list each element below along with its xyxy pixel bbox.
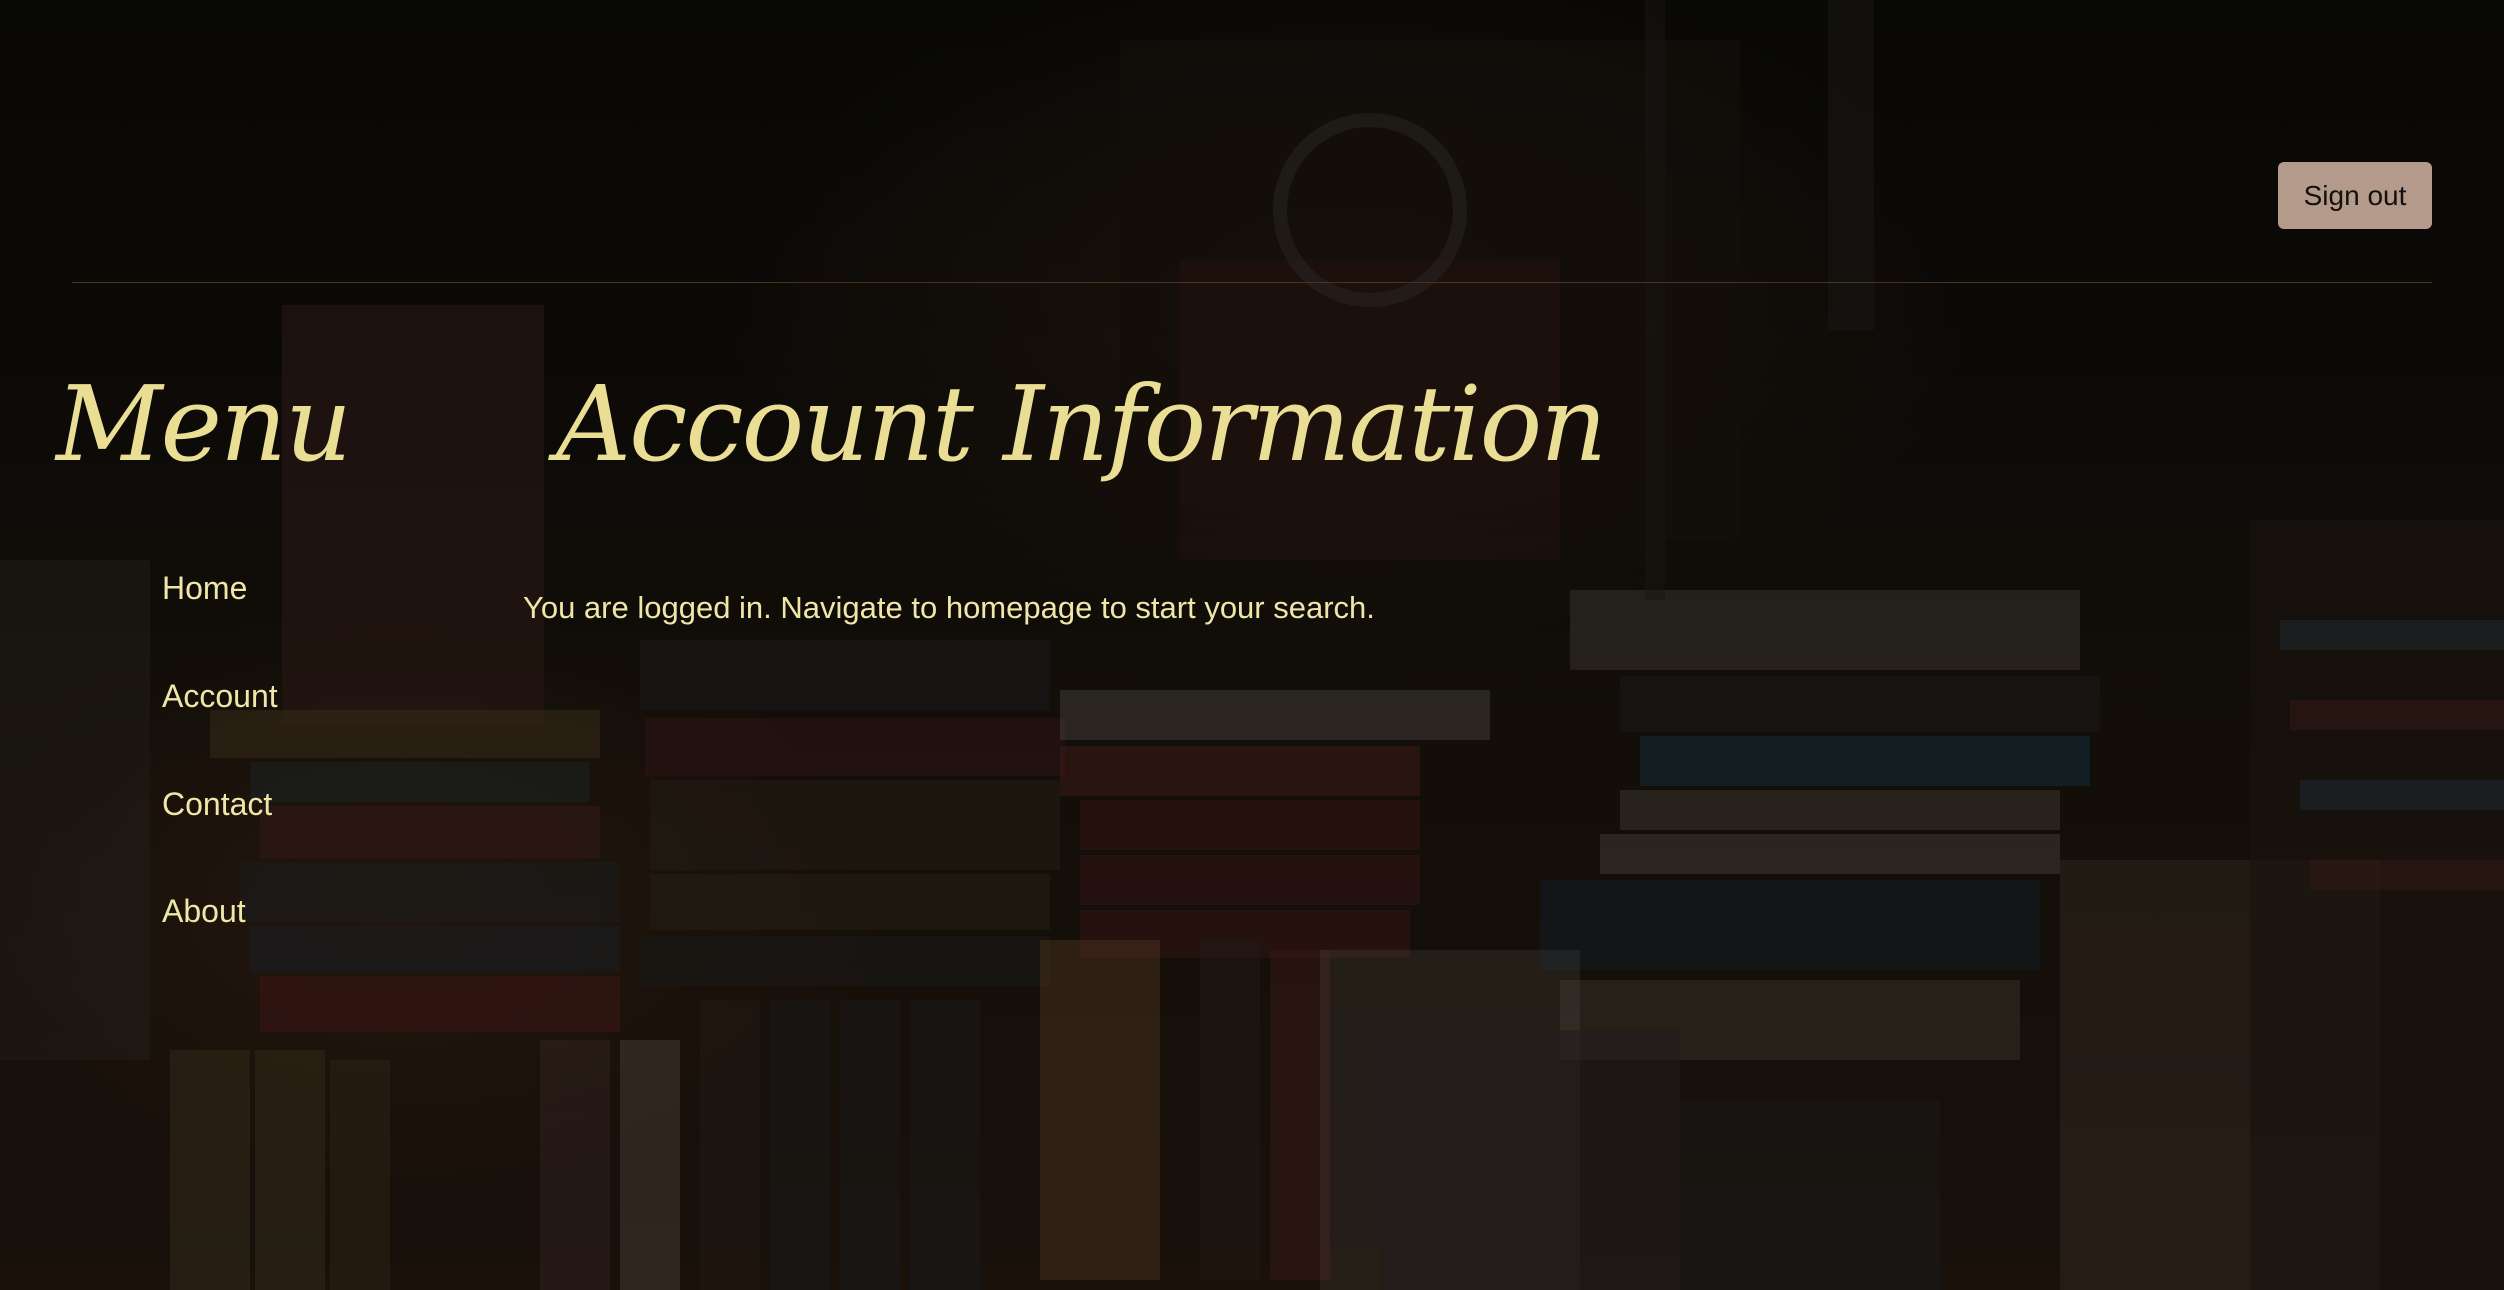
header-divider <box>72 282 2432 283</box>
menu-heading: Menu <box>56 363 352 485</box>
page-title: Account Information <box>556 363 1607 485</box>
sidebar-item-about[interactable]: About <box>162 893 246 930</box>
sidebar-item-contact[interactable]: Contact <box>162 786 272 823</box>
account-page: Sign out Menu Home Account Contact About… <box>0 0 2504 1290</box>
sidebar-item-account[interactable]: Account <box>162 678 278 715</box>
background-dim-overlay <box>0 0 2504 1290</box>
sign-out-button[interactable]: Sign out <box>2278 162 2432 229</box>
login-status-message: You are logged in. Navigate to homepage … <box>523 590 1375 625</box>
sidebar-item-home[interactable]: Home <box>162 570 247 607</box>
